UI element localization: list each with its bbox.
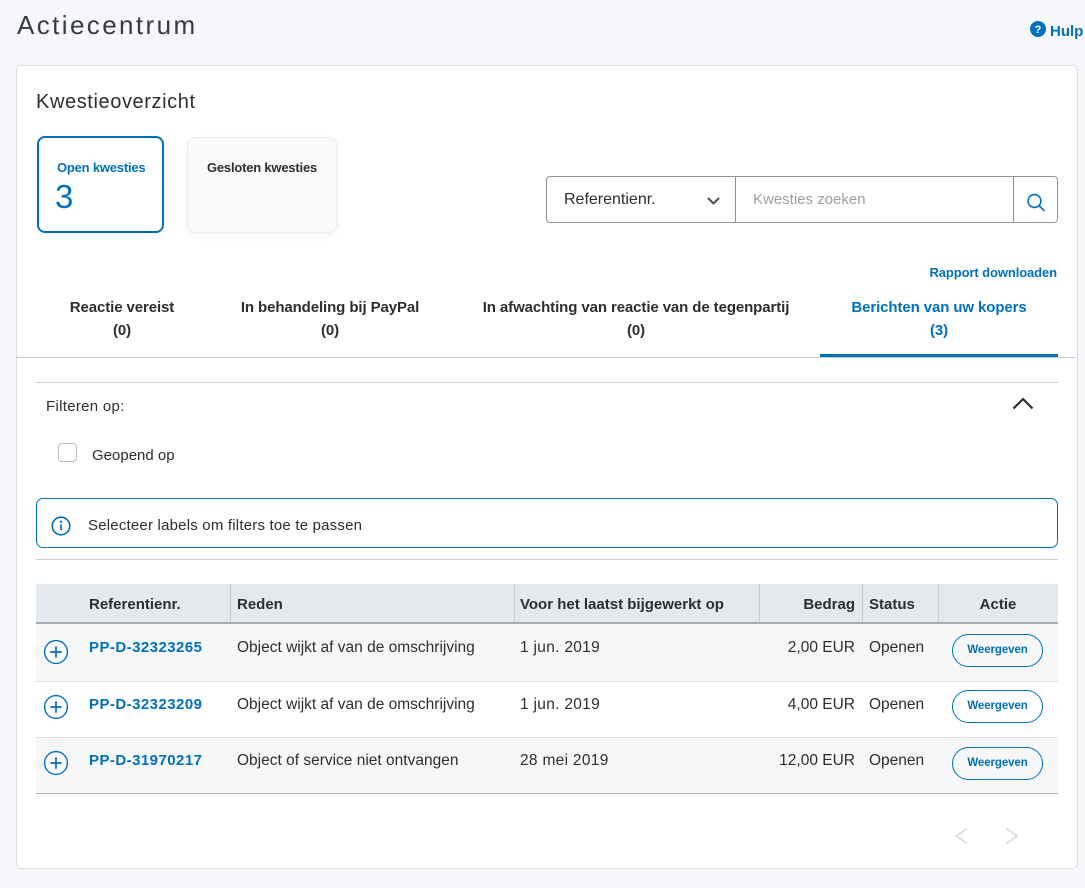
svg-text:?: ?	[1035, 24, 1042, 36]
